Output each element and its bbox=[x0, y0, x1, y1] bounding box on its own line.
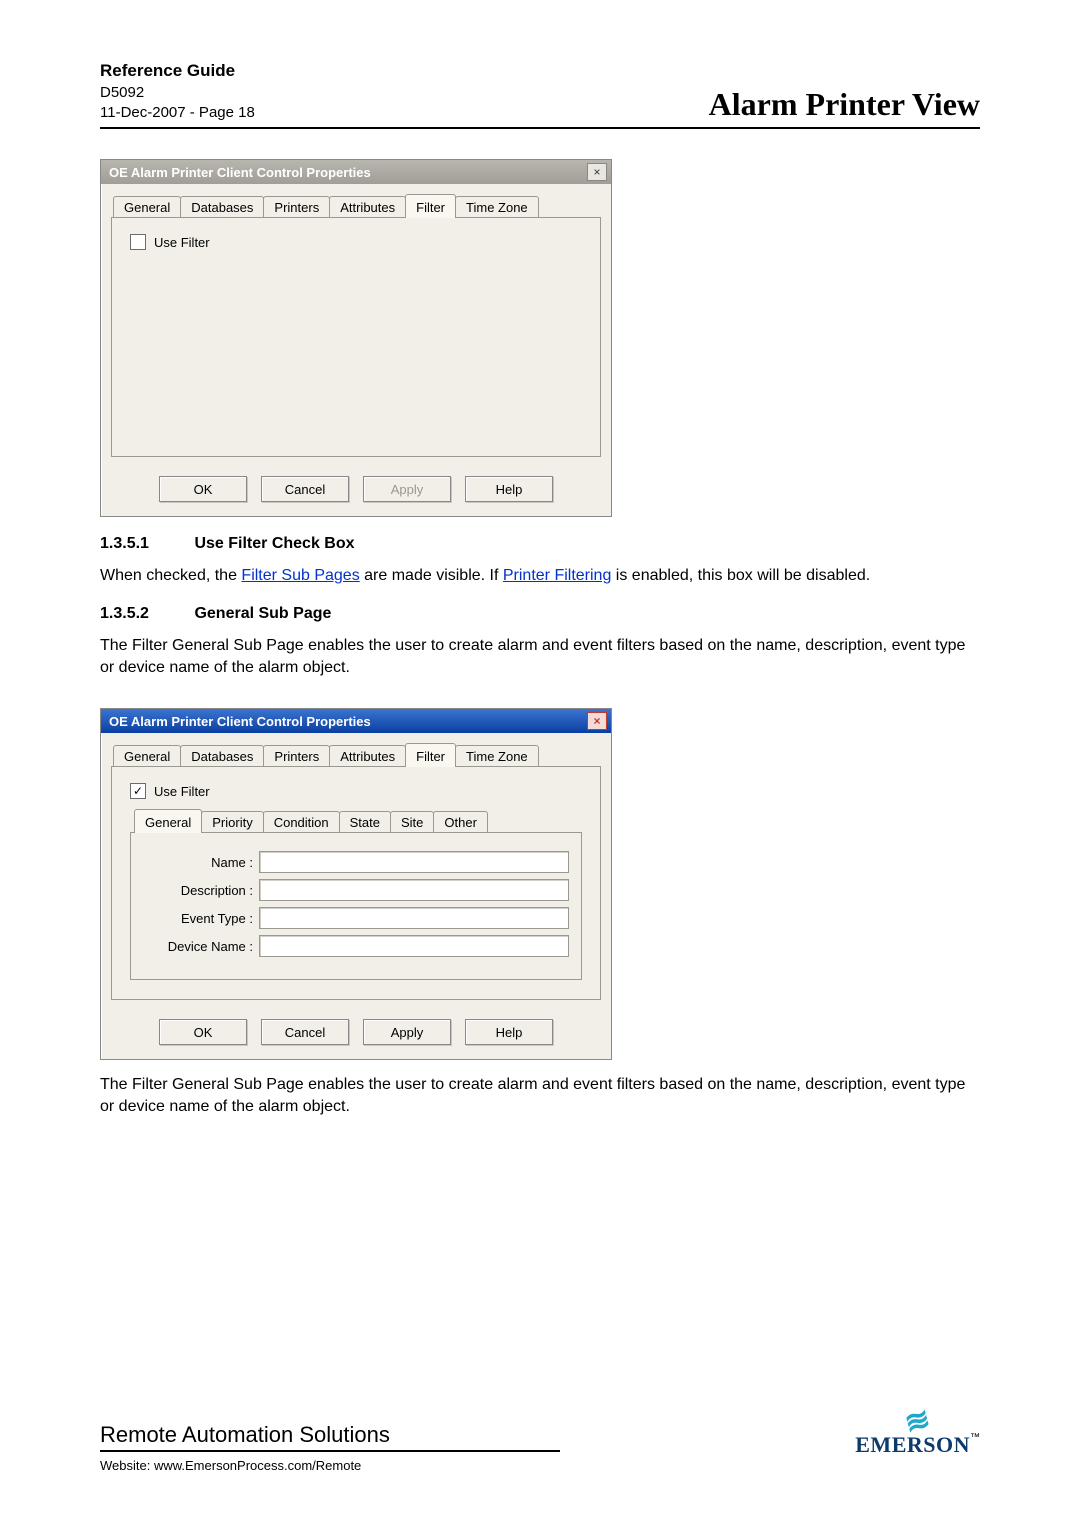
use-filter-row: ✓ Use Filter bbox=[130, 783, 586, 799]
footer-company: Remote Automation Solutions bbox=[100, 1422, 560, 1448]
use-filter-label: Use Filter bbox=[154, 784, 210, 799]
label-description: Description : bbox=[143, 883, 259, 898]
close-icon[interactable]: × bbox=[587, 712, 607, 730]
tab-printers[interactable]: Printers bbox=[263, 745, 330, 767]
footer-website: Website: www.EmersonProcess.com/Remote bbox=[100, 1458, 980, 1473]
tab-general[interactable]: General bbox=[113, 745, 181, 767]
repeat-text: The Filter General Sub Page enables the … bbox=[100, 1074, 980, 1117]
text-fragment: is enabled, this box will be disabled. bbox=[611, 567, 870, 584]
row-device-name: Device Name : bbox=[143, 935, 569, 957]
subtab-general[interactable]: General bbox=[134, 809, 202, 833]
section-heading-1351: 1.3.5.1 Use Filter Check Box bbox=[100, 535, 980, 553]
link-filter-sub-pages[interactable]: Filter Sub Pages bbox=[241, 567, 359, 584]
input-name[interactable] bbox=[259, 851, 569, 873]
dialog-buttons: OK Cancel Apply Help bbox=[101, 468, 611, 516]
apply-button[interactable]: Apply bbox=[363, 1019, 451, 1045]
subtab-panel-general: Name : Description : Event Type : Device… bbox=[130, 832, 582, 980]
help-button[interactable]: Help bbox=[465, 476, 553, 502]
emerson-logo: ≋ EMERSON™ bbox=[855, 1411, 980, 1458]
label-event-type: Event Type : bbox=[143, 911, 259, 926]
row-description: Description : bbox=[143, 879, 569, 901]
emerson-mark-icon: ≋ bbox=[903, 1408, 933, 1435]
tab-printers[interactable]: Printers bbox=[263, 196, 330, 218]
footer-divider bbox=[100, 1450, 560, 1452]
section-title: Use Filter Check Box bbox=[194, 535, 354, 552]
dialog-filter-unchecked: OE Alarm Printer Client Control Properti… bbox=[100, 159, 612, 517]
titlebar[interactable]: OE Alarm Printer Client Control Properti… bbox=[101, 709, 611, 733]
section-title: General Sub Page bbox=[194, 605, 331, 622]
dialog-buttons: OK Cancel Apply Help bbox=[101, 1011, 611, 1059]
tab-panel-filter: ✓ Use Filter bbox=[111, 217, 601, 457]
use-filter-checkbox[interactable]: ✓ bbox=[130, 234, 146, 250]
subtab-other[interactable]: Other bbox=[433, 811, 488, 833]
tabstrip: General Databases Printers Attributes Fi… bbox=[101, 733, 611, 767]
row-name: Name : bbox=[143, 851, 569, 873]
tab-timezone[interactable]: Time Zone bbox=[455, 196, 539, 218]
text-fragment: are made visible. If bbox=[360, 567, 503, 584]
section1-text: When checked, the Filter Sub Pages are m… bbox=[100, 565, 980, 587]
help-button[interactable]: Help bbox=[465, 1019, 553, 1045]
header-left: Reference Guide D5092 11-Dec-2007 - Page… bbox=[100, 60, 255, 123]
ok-button[interactable]: OK bbox=[159, 1019, 247, 1045]
section-num: 1.3.5.1 bbox=[100, 535, 190, 553]
dialog-title: OE Alarm Printer Client Control Properti… bbox=[109, 165, 371, 180]
tab-filter[interactable]: Filter bbox=[405, 743, 456, 767]
section-heading-1352: 1.3.5.2 General Sub Page bbox=[100, 605, 980, 623]
tabstrip: General Databases Printers Attributes Fi… bbox=[101, 184, 611, 218]
subtab-site[interactable]: Site bbox=[390, 811, 434, 833]
tab-general[interactable]: General bbox=[113, 196, 181, 218]
tab-attributes[interactable]: Attributes bbox=[329, 196, 406, 218]
close-icon[interactable]: × bbox=[587, 163, 607, 181]
subtabstrip: General Priority Condition State Site Ot… bbox=[130, 809, 586, 833]
guide-title: Reference Guide bbox=[100, 60, 255, 83]
tab-filter[interactable]: Filter bbox=[405, 194, 456, 218]
input-description[interactable] bbox=[259, 879, 569, 901]
row-event-type: Event Type : bbox=[143, 907, 569, 929]
section2-text: The Filter General Sub Page enables the … bbox=[100, 635, 980, 678]
label-name: Name : bbox=[143, 855, 259, 870]
input-event-type[interactable] bbox=[259, 907, 569, 929]
page-footer: Remote Automation Solutions ≋ EMERSON™ W… bbox=[100, 1411, 980, 1473]
page-title: Alarm Printer View bbox=[709, 86, 980, 123]
doc-code: D5092 bbox=[100, 83, 255, 103]
label-device-name: Device Name : bbox=[143, 939, 259, 954]
tab-panel-filter: ✓ Use Filter General Priority Condition … bbox=[111, 766, 601, 1000]
apply-button[interactable]: Apply bbox=[363, 476, 451, 502]
text-fragment: When checked, the bbox=[100, 567, 241, 584]
tab-timezone[interactable]: Time Zone bbox=[455, 745, 539, 767]
emerson-reg: ™ bbox=[970, 1432, 980, 1443]
tab-databases[interactable]: Databases bbox=[180, 196, 264, 218]
cancel-button[interactable]: Cancel bbox=[261, 476, 349, 502]
input-device-name[interactable] bbox=[259, 935, 569, 957]
use-filter-checkbox[interactable]: ✓ bbox=[130, 783, 146, 799]
use-filter-row: ✓ Use Filter bbox=[130, 234, 586, 250]
date-page: 11-Dec-2007 - Page 18 bbox=[100, 103, 255, 123]
subtab-state[interactable]: State bbox=[339, 811, 391, 833]
dialog-filter-checked: OE Alarm Printer Client Control Properti… bbox=[100, 708, 612, 1060]
ok-button[interactable]: OK bbox=[159, 476, 247, 502]
link-printer-filtering[interactable]: Printer Filtering bbox=[503, 567, 611, 584]
page-header: Reference Guide D5092 11-Dec-2007 - Page… bbox=[100, 60, 980, 129]
subtab-priority[interactable]: Priority bbox=[201, 811, 263, 833]
use-filter-label: Use Filter bbox=[154, 235, 210, 250]
section-num: 1.3.5.2 bbox=[100, 605, 190, 623]
subtab-condition[interactable]: Condition bbox=[263, 811, 340, 833]
cancel-button[interactable]: Cancel bbox=[261, 1019, 349, 1045]
tab-attributes[interactable]: Attributes bbox=[329, 745, 406, 767]
tab-databases[interactable]: Databases bbox=[180, 745, 264, 767]
titlebar[interactable]: OE Alarm Printer Client Control Properti… bbox=[101, 160, 611, 184]
dialog-title: OE Alarm Printer Client Control Properti… bbox=[109, 714, 371, 729]
